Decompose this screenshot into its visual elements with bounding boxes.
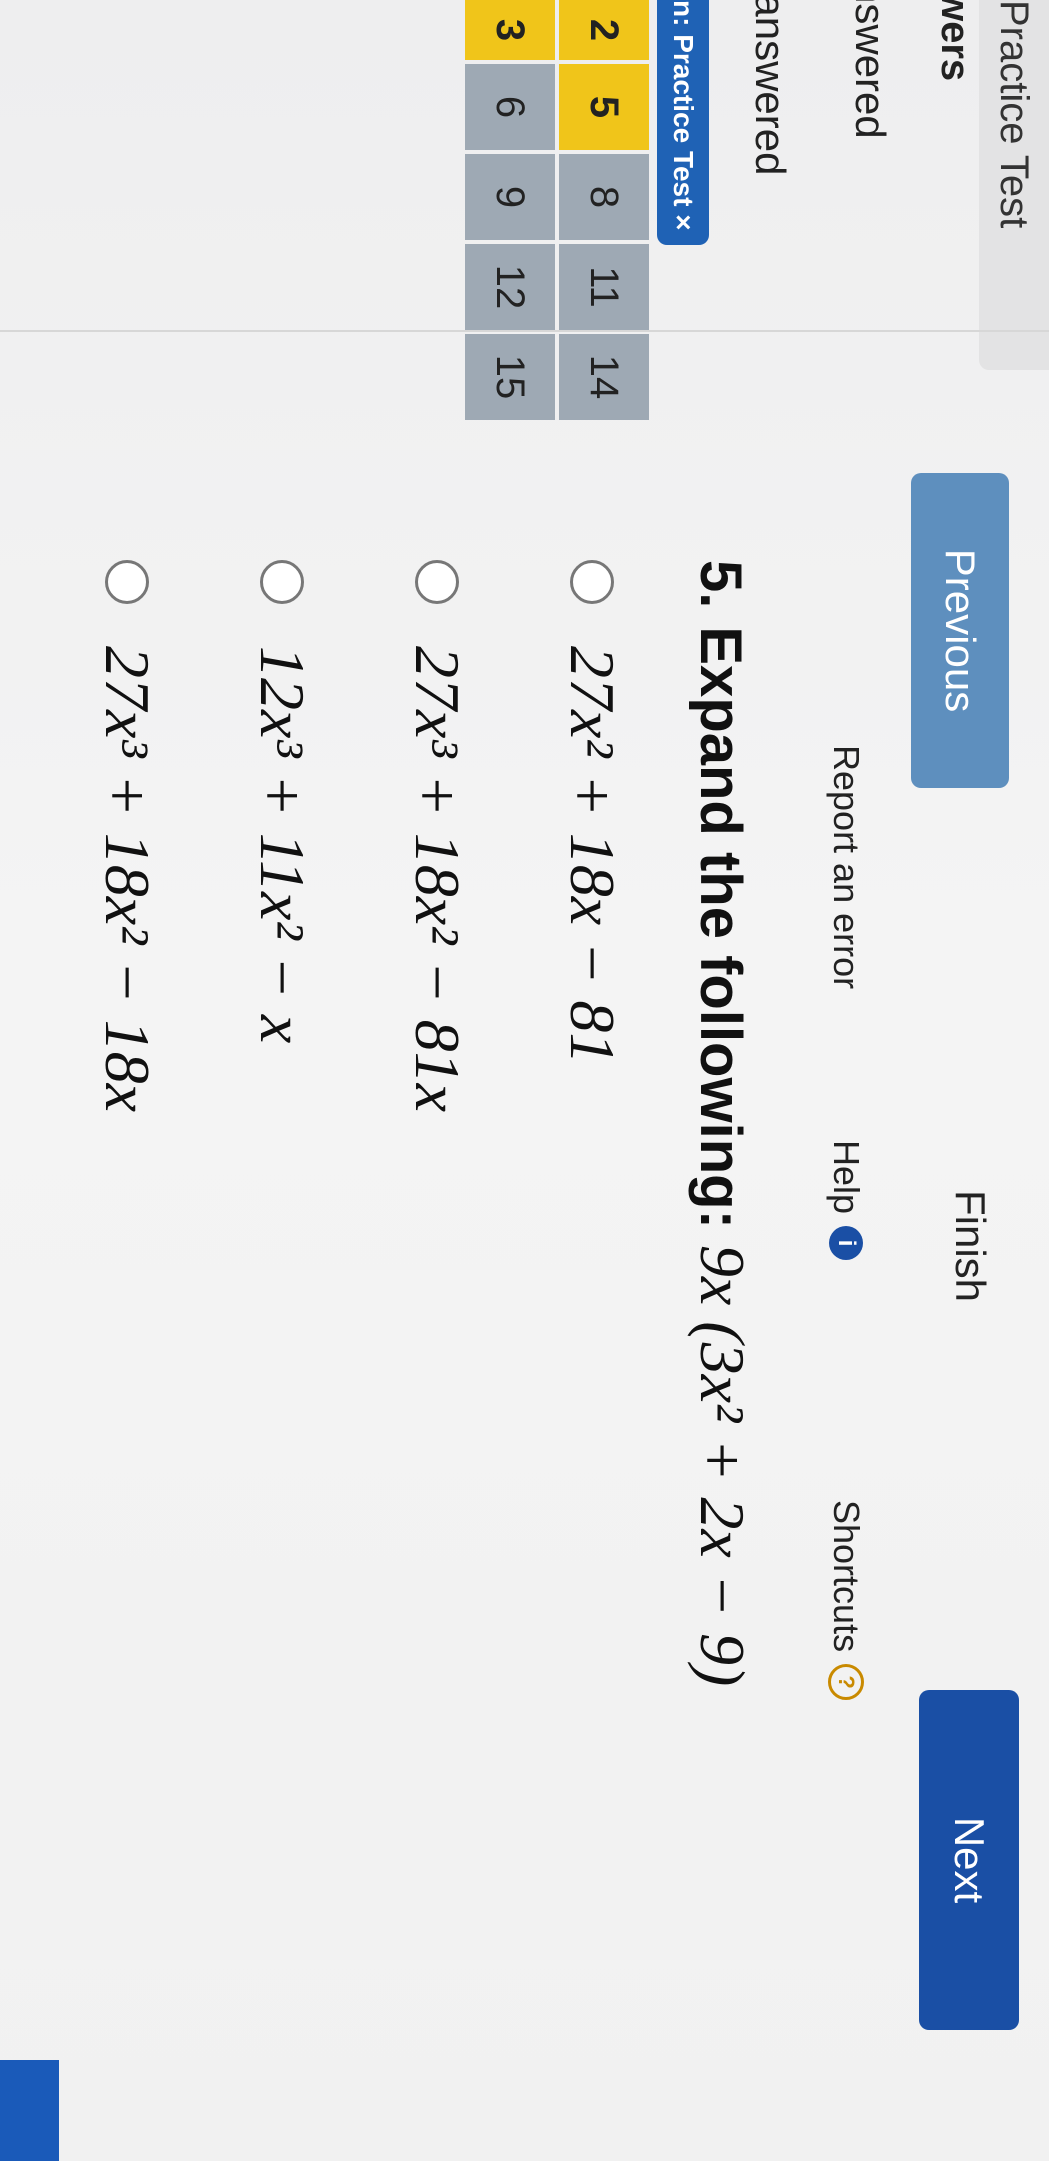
answer-choice-text: 12x³ + 11x² − x xyxy=(247,646,318,1044)
previous-button[interactable]: Previous xyxy=(911,473,1009,788)
help-link[interactable]: Help i xyxy=(825,1140,867,1261)
next-button[interactable]: Next xyxy=(919,1690,1019,2030)
finish-button[interactable]: Finish xyxy=(946,1190,994,1302)
shortcuts-link[interactable]: Shortcuts ? xyxy=(825,1500,867,1701)
help-label: Help xyxy=(826,1140,867,1215)
question-stem: Expand the following: xyxy=(688,626,753,1229)
question-cell-5[interactable]: 5 xyxy=(559,64,649,150)
answer-choice-text: 27x² + 18x − 81 xyxy=(557,646,628,1065)
question-mark-icon: ? xyxy=(828,1664,864,1701)
radio-button[interactable] xyxy=(570,560,614,604)
question-cell-3[interactable]: 3 xyxy=(465,0,555,60)
answer-choice-a[interactable]: 27x² + 18x − 81 xyxy=(555,560,629,1460)
question-cell-12[interactable]: 12 xyxy=(465,244,555,330)
report-error-link[interactable]: Report an error xyxy=(825,745,867,989)
question-cell-14[interactable]: 14 xyxy=(559,334,649,420)
question-cell-8[interactable]: 8 xyxy=(559,154,649,240)
answer-choice-d[interactable]: 27x³ + 18x² − 18x xyxy=(90,560,164,1460)
answers-heading: wers xyxy=(933,0,977,82)
answered-label: nswered xyxy=(847,0,894,139)
info-icon: i xyxy=(829,1226,863,1261)
question-number: 5. xyxy=(688,560,753,609)
question-cell-6[interactable]: 6 xyxy=(465,64,555,150)
radio-button[interactable] xyxy=(105,560,149,604)
question-grid-row: 2 5 8 11 14 xyxy=(559,0,649,424)
sidebar-divider xyxy=(0,330,1049,332)
shortcuts-label: Shortcuts xyxy=(826,1500,867,1653)
unanswered-label: nanswered xyxy=(747,0,794,176)
answer-choice-text: 27x³ + 18x² − 18x xyxy=(92,646,163,1112)
answer-choice-b[interactable]: 27x³ + 18x² − 81x xyxy=(400,560,474,1460)
corner-accent xyxy=(0,2060,59,2161)
question-expression: 9x (3x² + 2x − 9) xyxy=(687,1244,758,1687)
question-prompt: 5. Expand the following: 9x (3x² + 2x − … xyxy=(685,560,759,1686)
radio-button[interactable] xyxy=(415,560,459,604)
answer-choice-text: 27x³ + 18x² − 81x xyxy=(402,646,473,1112)
question-cell-2[interactable]: 2 xyxy=(559,0,649,60)
question-grid: 2 5 8 11 14 3 6 9 12 15 xyxy=(461,0,649,424)
radio-button[interactable] xyxy=(260,560,304,604)
practice-test-tab[interactable]: Practice Test xyxy=(979,0,1049,370)
question-cell-11[interactable]: 11 xyxy=(559,244,649,330)
screen: Practice Test wers nswered nanswered n: … xyxy=(0,0,1049,2161)
answer-choice-c[interactable]: 12x³ + 11x² − x xyxy=(245,560,319,1460)
practice-test-tab-label: Practice Test xyxy=(992,0,1037,229)
practice-test-chip[interactable]: n: Practice Test × xyxy=(657,0,709,245)
question-cell-9[interactable]: 9 xyxy=(465,154,555,240)
question-grid-row: 3 6 9 12 15 xyxy=(465,0,555,424)
question-cell-15[interactable]: 15 xyxy=(465,334,555,420)
